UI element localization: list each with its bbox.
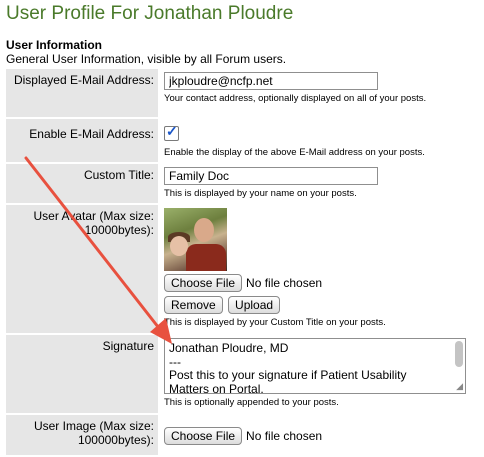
signature-line: Post this to your signature if Patient U… [169, 368, 407, 382]
custom-title-help: This is displayed by your name on your p… [164, 188, 357, 199]
avatar-remove-button[interactable]: Remove [164, 296, 223, 314]
avatar-action-row: Remove Upload [164, 296, 484, 314]
email-row: Displayed E-Mail Address: Your contact a… [6, 69, 484, 117]
email-help: Your contact address, optionally display… [164, 93, 427, 104]
avatar-label: User Avatar (Max size: 10000bytes): [6, 205, 158, 333]
enable-email-row: Enable E-Mail Address: ✓ Enable the disp… [6, 119, 484, 162]
signature-textarea[interactable]: Jonathan Ploudre, MD --- Post this to yo… [164, 338, 466, 394]
avatar-label-line2: 10000bytes): [84, 223, 154, 237]
avatar-image [164, 208, 227, 271]
custom-title-input[interactable] [164, 167, 378, 185]
custom-title-label: Custom Title: [6, 164, 158, 203]
signature-line: Jonathan Ploudre, MD [169, 341, 289, 355]
avatar-no-file-text: No file chosen [246, 276, 323, 290]
signature-row: Signature Jonathan Ploudre, MD --- Post … [6, 335, 484, 413]
user-image-file-row: Choose File No file chosen [164, 427, 484, 445]
enable-email-checkbox[interactable]: ✓ [164, 123, 179, 141]
user-image-choose-file-button[interactable]: Choose File [164, 427, 243, 445]
avatar-row: User Avatar (Max size: 10000bytes): Choo… [6, 205, 484, 333]
user-image-label-line2: 100000bytes): [77, 433, 154, 447]
enable-email-label: Enable E-Mail Address: [6, 119, 158, 162]
signature-label: Signature [6, 335, 158, 413]
custom-title-value-cell: This is displayed by your name on your p… [158, 164, 484, 203]
section-description: General User Information, visible by all… [6, 52, 287, 66]
resize-grip-icon[interactable]: ◢ [456, 381, 463, 392]
avatar-upload-button[interactable]: Upload [228, 296, 281, 314]
avatar-value-cell: Choose File No file chosen Remove Upload … [158, 205, 484, 333]
user-image-no-file-text: No file chosen [246, 429, 323, 443]
enable-email-help: Enable the display of the above E-Mail a… [164, 147, 425, 158]
signature-value-cell: Jonathan Ploudre, MD --- Post this to yo… [158, 335, 484, 413]
email-input[interactable] [164, 72, 378, 90]
email-value-cell: Your contact address, optionally display… [158, 69, 484, 117]
custom-title-row: Custom Title: This is displayed by your … [6, 164, 484, 203]
signature-line: Matters on Portal. [169, 381, 264, 394]
user-image-value-cell: Choose File No file chosen [158, 415, 484, 455]
user-image-label: User Image (Max size: 100000bytes): [6, 415, 158, 455]
user-image-row: User Image (Max size: 100000bytes): Choo… [6, 415, 484, 455]
enable-email-value-cell: ✓ Enable the display of the above E-Mail… [158, 119, 484, 162]
signature-help: This is optionally appended to your post… [164, 397, 339, 408]
avatar-file-row: Choose File No file chosen [164, 274, 484, 292]
profile-form: Displayed E-Mail Address: Your contact a… [6, 67, 484, 457]
checkmark-icon: ✓ [166, 123, 178, 139]
avatar-label-line1: User Avatar (Max size: [33, 209, 154, 223]
user-image-label-line1: User Image (Max size: [33, 419, 154, 433]
email-label: Displayed E-Mail Address: [6, 69, 158, 117]
signature-line: --- [169, 354, 181, 369]
avatar-choose-file-button[interactable]: Choose File [164, 274, 243, 292]
avatar-help: This is displayed by your Custom Title o… [164, 317, 386, 328]
section-heading: User Information [6, 38, 103, 52]
signature-scrollbar[interactable] [455, 341, 463, 367]
page-title: User Profile For Jonathan Ploudre [6, 3, 294, 24]
